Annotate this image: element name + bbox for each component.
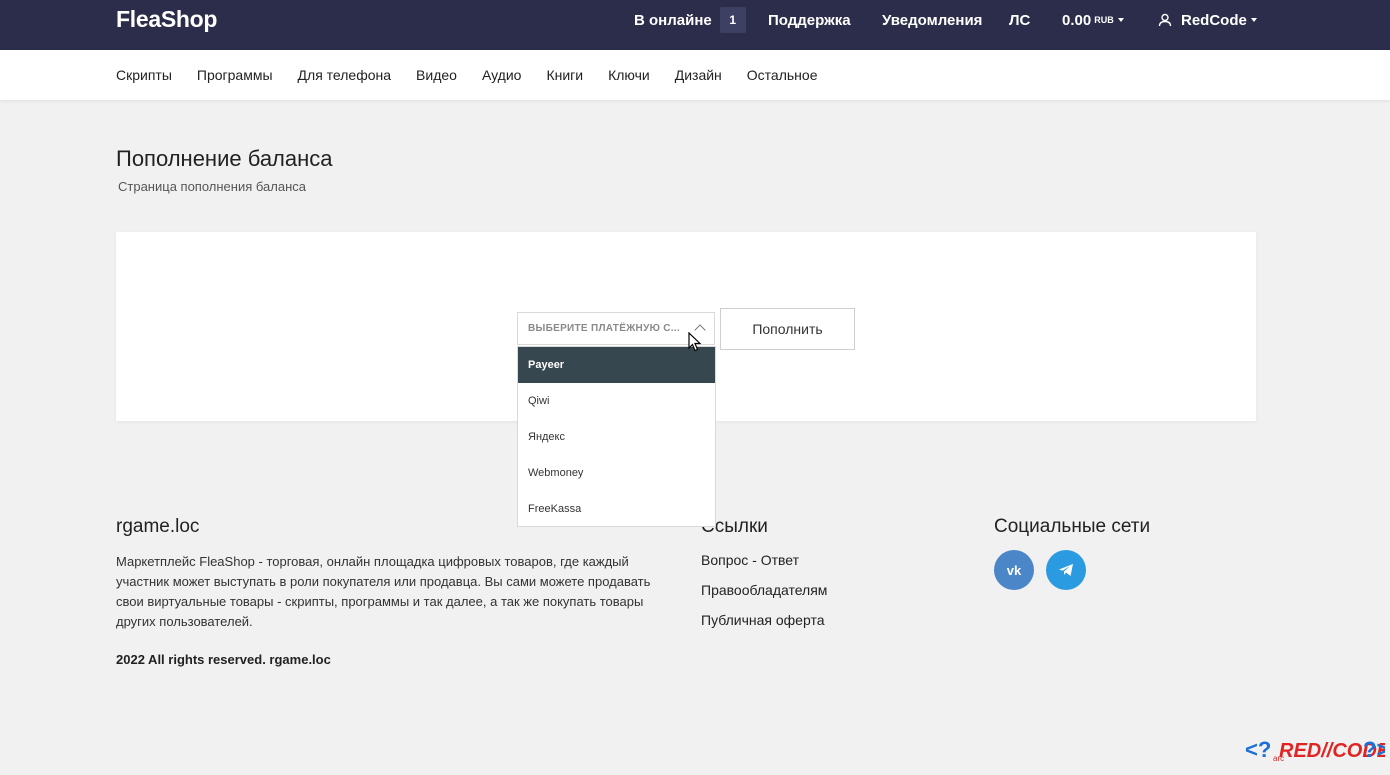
- option-qiwi[interactable]: Qiwi: [518, 383, 715, 419]
- balance-dropdown[interactable]: 0.00 RUB: [1062, 0, 1124, 40]
- telegram-icon[interactable]: [1046, 550, 1086, 590]
- select-placeholder: ВЫБЕРИТЕ ПЛАТЁЖНУЮ С...: [528, 323, 681, 334]
- footer-social-title: Социальные сети: [994, 516, 1151, 537]
- mouse-cursor-icon: [688, 331, 702, 357]
- username: RedCode: [1181, 11, 1247, 29]
- vk-icon[interactable]: vk: [994, 550, 1034, 590]
- footer-about-text: Маркетплейс FleaShop - торговая, онлайн …: [116, 554, 651, 629]
- site-logo[interactable]: FleaShop: [116, 6, 217, 33]
- payment-options-dropdown: Payeer Qiwi Яндекс Webmoney FreeKassa: [517, 346, 716, 527]
- svg-text:<?: <?: [1245, 737, 1271, 762]
- nav-notifications[interactable]: Уведомления: [882, 0, 982, 40]
- top-navbar: FleaShop В онлайне 1 Поддержка Уведомлен…: [0, 0, 1390, 50]
- topup-button[interactable]: Пополнить: [720, 308, 855, 350]
- category-programs[interactable]: Программы: [197, 67, 273, 83]
- option-freekassa[interactable]: FreeKassa: [518, 491, 715, 527]
- footer-copyright: 2022 All rights reserved. rgame.loc: [116, 652, 331, 667]
- category-phone[interactable]: Для телефона: [298, 67, 391, 83]
- redcode-watermark: <? arc RED//CODE ?>: [1245, 735, 1390, 772]
- page-subtitle: Страница пополнения баланса: [118, 179, 306, 194]
- nav-messages[interactable]: ЛС: [1009, 0, 1030, 40]
- payment-system-select[interactable]: ВЫБЕРИТЕ ПЛАТЁЖНУЮ С...: [517, 312, 715, 345]
- footer-link-copyright-holders[interactable]: Правообладателям: [701, 582, 827, 598]
- category-scripts[interactable]: Скрипты: [116, 67, 172, 83]
- footer-about-title: rgame.loc: [116, 516, 200, 537]
- option-yandex[interactable]: Яндекс: [518, 419, 715, 455]
- balance-currency: RUB: [1094, 15, 1114, 25]
- chevron-down-icon: [1250, 18, 1257, 22]
- svg-text:?>: ?>: [1363, 737, 1385, 762]
- category-keys[interactable]: Ключи: [608, 67, 650, 83]
- category-design[interactable]: Дизайн: [675, 67, 722, 83]
- footer-link-public-offer[interactable]: Публичная оферта: [701, 612, 825, 628]
- online-count-badge: 1: [719, 7, 746, 33]
- option-webmoney[interactable]: Webmoney: [518, 455, 715, 491]
- category-books[interactable]: Книги: [546, 67, 583, 83]
- page-title: Пополнение баланса: [116, 146, 333, 171]
- online-label: В онлайне: [634, 11, 712, 29]
- online-indicator[interactable]: В онлайне 1: [634, 0, 746, 40]
- option-payeer[interactable]: Payeer: [518, 347, 715, 383]
- category-other[interactable]: Остальное: [747, 67, 818, 83]
- balance-value: 0.00: [1062, 11, 1092, 29]
- footer-link-faq[interactable]: Вопрос - Ответ: [701, 552, 799, 568]
- chevron-down-icon: [1117, 18, 1124, 22]
- user-icon: [1158, 13, 1172, 27]
- category-nav: Скрипты Программы Для телефона Видео Ауд…: [0, 50, 1390, 100]
- nav-support[interactable]: Поддержка: [768, 0, 851, 40]
- user-menu[interactable]: RedCode: [1158, 0, 1257, 40]
- category-audio[interactable]: Аудио: [482, 67, 522, 83]
- category-video[interactable]: Видео: [416, 67, 457, 83]
